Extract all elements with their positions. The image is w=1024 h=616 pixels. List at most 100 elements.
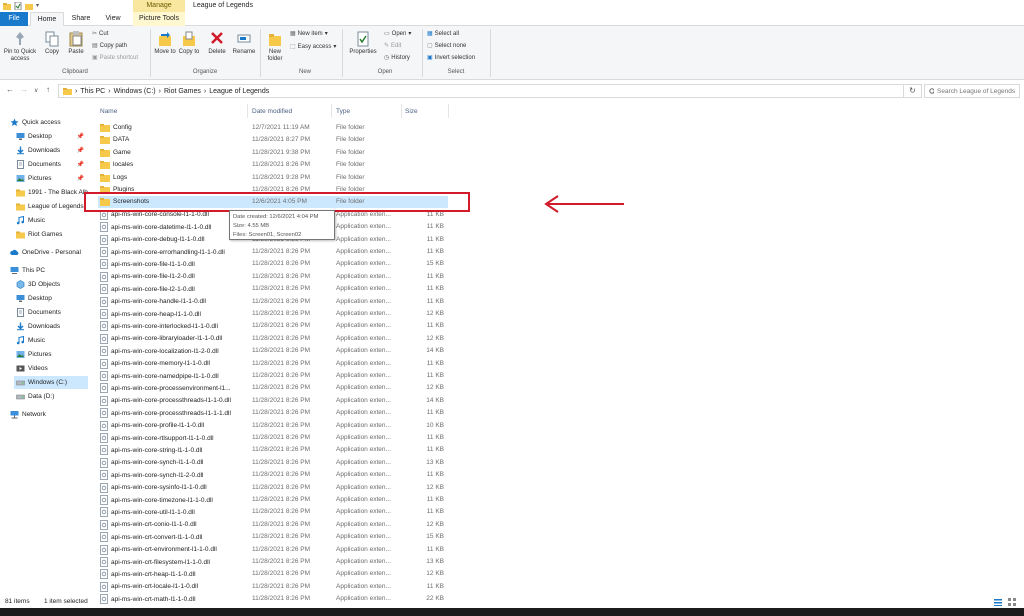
column-divider[interactable]	[448, 104, 449, 118]
column-divider[interactable]	[401, 104, 402, 118]
invert-selection-button[interactable]: ▣ Invert selection	[427, 54, 475, 62]
paste-button[interactable]: Paste	[64, 31, 88, 56]
sidebar-item[interactable]: Documents 📌	[14, 158, 88, 171]
address-bar[interactable]: › This PC › Windows (C:) › Riot Games › …	[58, 84, 904, 98]
forward-button[interactable]: →	[20, 85, 28, 94]
column-divider[interactable]	[247, 104, 248, 118]
sidebar-item[interactable]: Desktop 📌	[14, 130, 88, 143]
history-button[interactable]: ◷ History	[384, 54, 410, 62]
file-row[interactable]: Config 12/7/2021 11:19 AM File folder	[98, 122, 448, 134]
sidebar-item[interactable]: Pictures	[14, 348, 88, 361]
file-row[interactable]: Game 11/28/2021 9:38 PM File folder	[98, 147, 448, 159]
sidebar-item[interactable]: Network	[8, 408, 88, 421]
chevron-down-icon[interactable]: ▾	[36, 2, 39, 10]
file-row[interactable]: api-ms-win-core-file-l1-2-0.dll 11/28/202…	[98, 271, 448, 283]
file-row[interactable]: api-ms-win-core-errorhandling-l1-1-0.dll…	[98, 246, 448, 258]
column-divider[interactable]	[331, 104, 332, 118]
file-row[interactable]: api-ms-win-core-processthreads-l1-1-0.dl…	[98, 395, 448, 407]
sidebar-item[interactable]: This PC	[8, 264, 88, 277]
pin-to-quick-access-button[interactable]: Pin to Quick access	[2, 31, 38, 63]
easy-access-button[interactable]: ⬚ Easy access ▾	[290, 43, 336, 51]
file-row[interactable]: api-ms-win-core-libraryloader-l1-1-0.dll…	[98, 333, 448, 345]
file-row[interactable]: api-ms-win-core-namedpipe-l1-1-0.dll 11/2…	[98, 370, 448, 382]
file-row[interactable]: api-ms-win-core-heap-l1-1-0.dll 11/28/202…	[98, 308, 448, 320]
sidebar-item[interactable]: Music	[14, 334, 88, 347]
file-row[interactable]: api-ms-win-crt-heap-l1-1-0.dll 11/28/2021…	[98, 568, 448, 580]
file-row[interactable]: api-ms-win-core-interlocked-l1-1-0.dll 11…	[98, 320, 448, 332]
sidebar-item[interactable]: Data (D:)	[14, 390, 88, 403]
up-button[interactable]: ↑	[46, 85, 50, 94]
sidebar-item[interactable]: OneDrive - Personal	[8, 246, 88, 259]
recent-locations-button[interactable]: ∨	[34, 87, 38, 94]
file-row[interactable]: api-ms-win-core-file-l2-1-0.dll 11/28/202…	[98, 283, 448, 295]
sidebar-item[interactable]: 3D Objects	[14, 278, 88, 291]
sidebar-item[interactable]: League of Legends	[14, 200, 88, 213]
file-row[interactable]: Logs 11/28/2021 9:28 PM File folder	[98, 172, 448, 184]
open-button[interactable]: ▭ Open ▾	[384, 30, 411, 38]
file-row[interactable]: api-ms-win-crt-convert-l1-1-0.dll 11/28/2…	[98, 531, 448, 543]
refresh-button[interactable]: ↻	[904, 84, 922, 98]
file-row[interactable]: api-ms-win-core-synch-l1-2-0.dll 11/28/20…	[98, 469, 448, 481]
sidebar-item[interactable]: Riot Games	[14, 228, 88, 241]
back-button[interactable]: ←	[6, 85, 14, 94]
move-to-button[interactable]: Move to	[154, 31, 176, 56]
sidebar-item[interactable]: Downloads 📌	[14, 144, 88, 157]
new-folder-button[interactable]: New folder	[263, 31, 287, 63]
edit-button[interactable]: ✎ Edit	[384, 42, 401, 50]
file-row[interactable]: api-ms-win-crt-environment-l1-1-0.dll 11/…	[98, 544, 448, 556]
file-row[interactable]: api-ms-win-crt-conio-l1-1-0.dll 11/28/202…	[98, 519, 448, 531]
column-size[interactable]: Size	[405, 108, 418, 115]
cut-button[interactable]: ✂ Cut	[92, 30, 108, 38]
column-type[interactable]: Type	[336, 108, 350, 115]
sidebar-item[interactable]: Desktop	[14, 292, 88, 305]
delete-button[interactable]: Delete	[205, 31, 229, 56]
file-row[interactable]: api-ms-win-core-file-l1-1-0.dll 11/28/202…	[98, 258, 448, 270]
properties-icon[interactable]	[14, 2, 22, 10]
sidebar-item[interactable]: Pictures 📌	[14, 172, 88, 185]
column-date-modified[interactable]: Date modified	[252, 108, 292, 115]
file-row[interactable]: api-ms-win-core-synch-l1-1-0.dll 11/28/20…	[98, 457, 448, 469]
sidebar-item[interactable]: 1991 - The Black Alb	[14, 186, 88, 199]
file-row[interactable]: api-ms-win-core-profile-l1-1-0.dll 11/28/…	[98, 420, 448, 432]
rename-button[interactable]: Rename	[231, 31, 257, 56]
select-all-button[interactable]: ▦ Select all	[427, 30, 459, 38]
copy-path-button[interactable]: ▤ Copy path	[92, 42, 127, 50]
search-input[interactable]	[937, 87, 1019, 95]
large-icons-view-icon[interactable]	[1008, 598, 1016, 606]
breadcrumb-windows-c[interactable]: Windows (C:)	[114, 88, 156, 95]
sidebar-item[interactable]: Quick access	[8, 116, 88, 129]
sidebar-item[interactable]: Downloads	[14, 320, 88, 333]
file-row[interactable]: api-ms-win-core-processenvironment-l1...…	[98, 382, 448, 394]
breadcrumb-this-pc[interactable]: This PC	[80, 88, 105, 95]
column-name[interactable]: Name	[100, 108, 117, 115]
sidebar-item[interactable]: Videos	[14, 362, 88, 375]
breadcrumb-league-of-legends[interactable]: League of Legends	[209, 88, 269, 95]
file-row[interactable]: locales 11/28/2021 8:26 PM File folder	[98, 159, 448, 171]
file-row[interactable]: api-ms-win-core-handle-l1-1-0.dll 11/28/2…	[98, 296, 448, 308]
select-none-button[interactable]: ▢ Select none	[427, 42, 466, 50]
file-row[interactable]: api-ms-win-core-sysinfo-l1-1-0.dll 11/28/…	[98, 482, 448, 494]
tab-view[interactable]: View	[98, 12, 128, 26]
tab-home[interactable]: Home	[30, 12, 64, 26]
sidebar-item[interactable]: Music	[14, 214, 88, 227]
tab-file[interactable]: File	[0, 12, 28, 26]
quick-access-toolbar[interactable]: ▾	[3, 2, 39, 10]
file-row[interactable]: api-ms-win-core-processthreads-l1-1-1.dl…	[98, 407, 448, 419]
details-view-icon[interactable]	[994, 598, 1002, 606]
file-row[interactable]: api-ms-win-core-localization-l1-2-0.dll 1…	[98, 345, 448, 357]
sidebar-item[interactable]: Documents	[14, 306, 88, 319]
file-row[interactable]: api-ms-win-core-memory-l1-1-0.dll 11/28/2…	[98, 358, 448, 370]
new-folder-icon[interactable]	[25, 2, 33, 10]
copy-button[interactable]: Copy	[40, 31, 64, 56]
tab-picture-tools[interactable]: Picture Tools	[133, 12, 185, 26]
paste-shortcut-button[interactable]: ▣ Paste shortcut	[92, 54, 138, 62]
file-row[interactable]: api-ms-win-core-util-l1-1-0.dll 11/28/202…	[98, 506, 448, 518]
copy-to-button[interactable]: Copy to	[178, 31, 200, 56]
new-item-button[interactable]: ▦ New item ▾	[290, 30, 328, 38]
breadcrumb-riot-games[interactable]: Riot Games	[164, 88, 201, 95]
file-row[interactable]: api-ms-win-crt-locale-l1-1-0.dll 11/28/20…	[98, 581, 448, 593]
file-row[interactable]: DATA 11/28/2021 8:27 PM File folder	[98, 134, 448, 146]
search-box[interactable]	[924, 84, 1020, 98]
sidebar-item[interactable]: Windows (C:)	[14, 376, 88, 389]
tab-share[interactable]: Share	[66, 12, 96, 26]
